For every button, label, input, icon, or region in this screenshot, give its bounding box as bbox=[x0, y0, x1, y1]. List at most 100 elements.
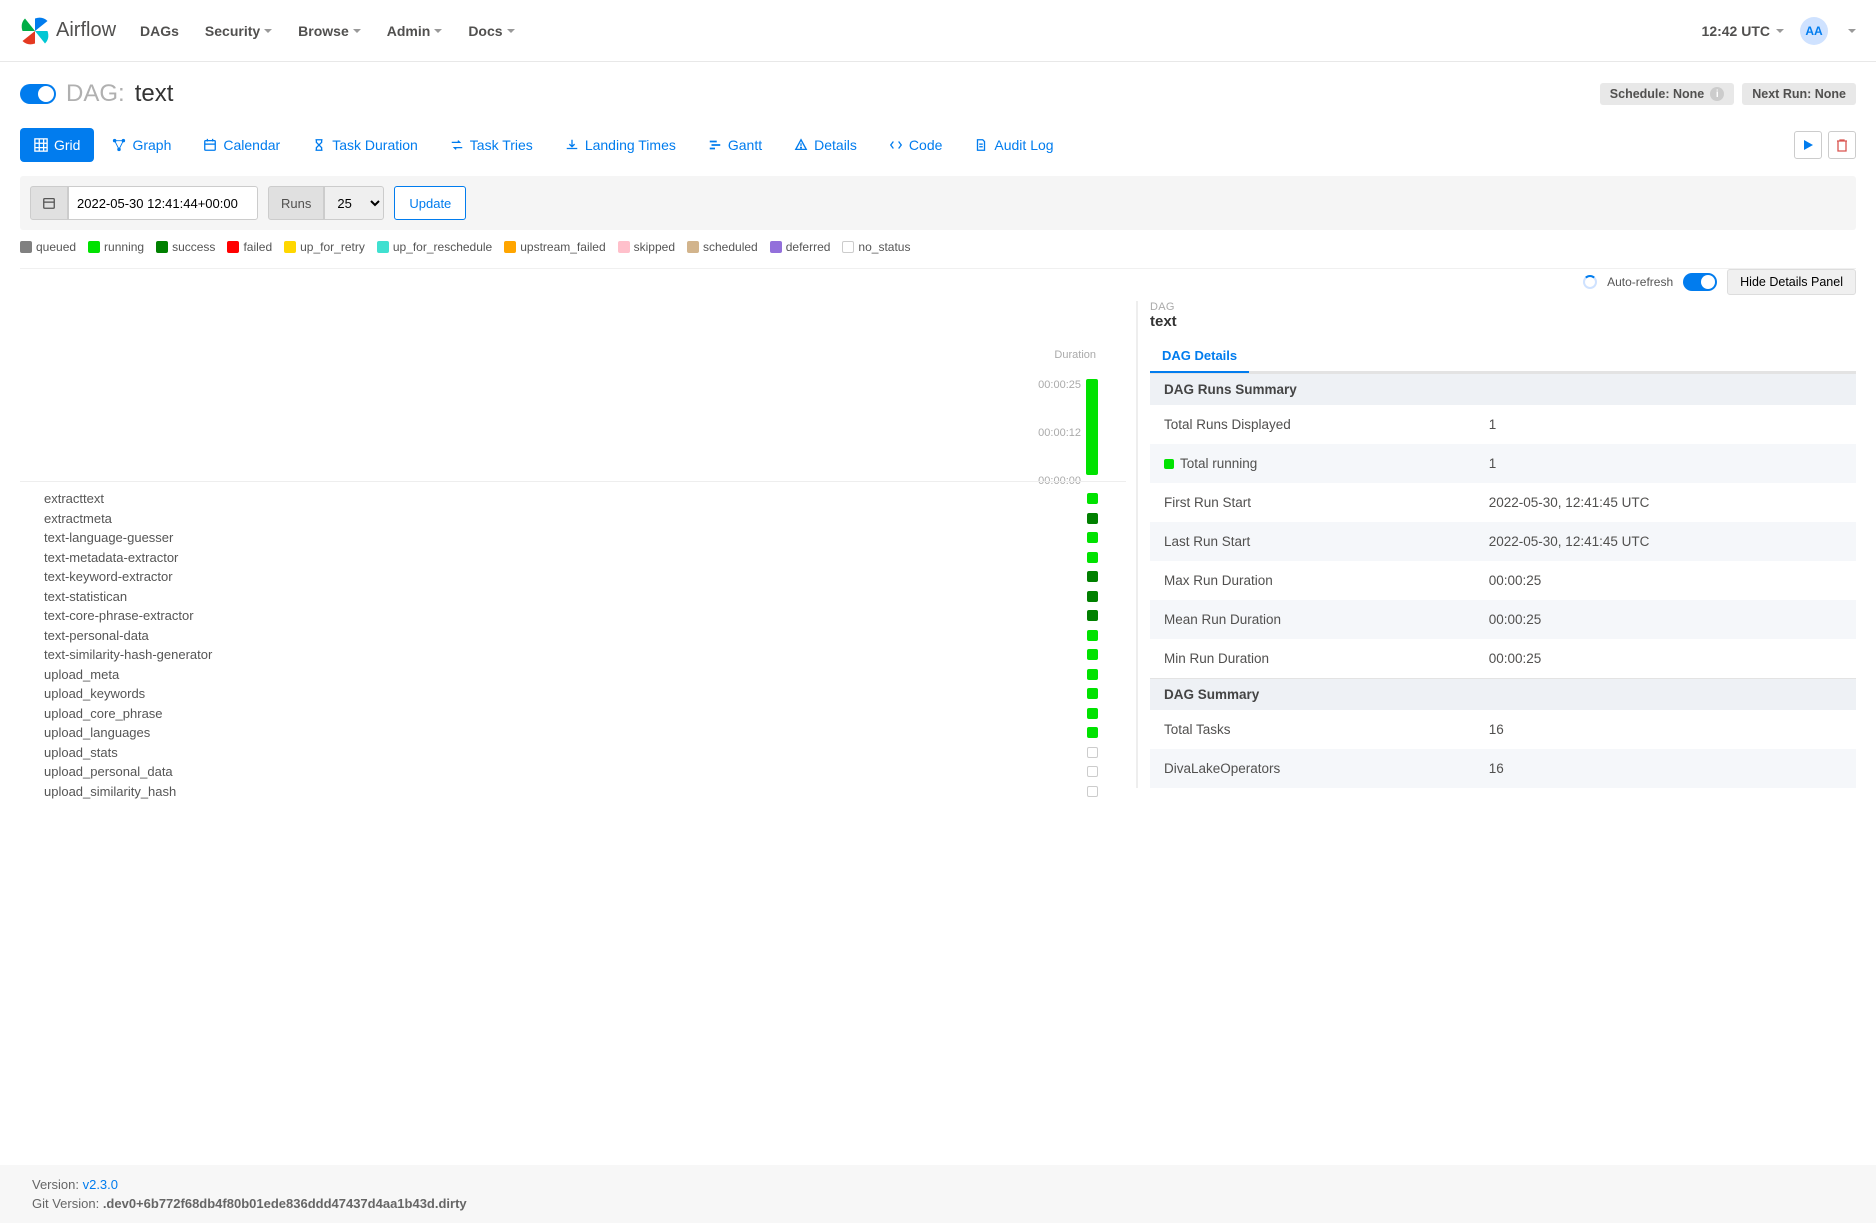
task-status-square[interactable] bbox=[1087, 610, 1098, 621]
calendar-icon bbox=[203, 138, 217, 152]
task-status-square[interactable] bbox=[1087, 669, 1098, 680]
runs-label: Runs bbox=[268, 186, 324, 220]
dag-label: DAG: bbox=[66, 80, 125, 108]
trigger-dag-button[interactable] bbox=[1794, 131, 1822, 159]
nav-security[interactable]: Security bbox=[205, 23, 272, 39]
base-date-input[interactable] bbox=[68, 186, 258, 220]
task-row[interactable]: text-personal-data bbox=[44, 626, 212, 646]
task-row[interactable]: upload_similarity_hash bbox=[44, 782, 212, 802]
table-row: Total running1 bbox=[1150, 444, 1856, 483]
nav-dags[interactable]: DAGs bbox=[140, 23, 179, 39]
table-row: Total Tasks16 bbox=[1150, 710, 1856, 749]
legend-success[interactable]: success bbox=[156, 240, 215, 254]
task-status-square[interactable] bbox=[1087, 532, 1098, 543]
dag-enable-toggle[interactable] bbox=[20, 84, 56, 104]
task-status-square[interactable] bbox=[1087, 493, 1098, 504]
task-status-square[interactable] bbox=[1087, 786, 1098, 797]
nav-browse[interactable]: Browse bbox=[298, 23, 361, 39]
nav-admin[interactable]: Admin bbox=[387, 23, 443, 39]
tab-code[interactable]: Code bbox=[875, 128, 956, 162]
info-icon[interactable]: i bbox=[1710, 87, 1724, 101]
tab-details[interactable]: Details bbox=[780, 128, 871, 162]
legend-up-for-retry[interactable]: up_for_retry bbox=[284, 240, 365, 254]
tab-gantt[interactable]: Gantt bbox=[694, 128, 776, 162]
task-status-square[interactable] bbox=[1087, 591, 1098, 602]
hide-details-button[interactable]: Hide Details Panel bbox=[1727, 269, 1856, 295]
task-row[interactable]: upload_languages bbox=[44, 723, 212, 743]
task-status-square[interactable] bbox=[1087, 727, 1098, 738]
task-row[interactable]: text-language-guesser bbox=[44, 528, 212, 548]
task-row[interactable]: extracttext bbox=[44, 489, 212, 509]
task-row[interactable]: text-core-phrase-extractor bbox=[44, 606, 212, 626]
delete-dag-button[interactable] bbox=[1828, 131, 1856, 159]
task-status-square[interactable] bbox=[1087, 571, 1098, 582]
chevron-down-icon[interactable] bbox=[1848, 29, 1856, 33]
autorefresh-toggle[interactable] bbox=[1683, 273, 1717, 291]
legend-failed[interactable]: failed bbox=[227, 240, 272, 254]
subtab-dag-details[interactable]: DAG Details bbox=[1150, 340, 1249, 373]
task-status-square[interactable] bbox=[1087, 766, 1098, 777]
filter-bar: Runs 25 Update bbox=[20, 176, 1856, 230]
tab-task-duration[interactable]: Task Duration bbox=[298, 128, 432, 162]
task-status-square[interactable] bbox=[1087, 513, 1098, 524]
schedule-badge: Schedule: Nonei bbox=[1600, 83, 1734, 105]
task-row[interactable]: upload_personal_data bbox=[44, 762, 212, 782]
dag-details-table: DAG Runs Summary Total Runs Displayed1To… bbox=[1150, 373, 1856, 788]
nav-items: DAGs Security Browse Admin Docs bbox=[140, 23, 515, 39]
chevron-down-icon bbox=[264, 29, 272, 33]
task-row[interactable]: extractmeta bbox=[44, 509, 212, 529]
calendar-button[interactable] bbox=[30, 186, 68, 220]
update-button[interactable]: Update bbox=[394, 186, 466, 220]
clock[interactable]: 12:42 UTC bbox=[1702, 23, 1784, 39]
legend-queued[interactable]: queued bbox=[20, 240, 76, 254]
legend-no-status[interactable]: no_status bbox=[842, 240, 910, 254]
grid-icon bbox=[34, 138, 48, 152]
graph-icon bbox=[112, 138, 126, 152]
table-row: DivaLakeOperators16 bbox=[1150, 749, 1856, 788]
task-status-square[interactable] bbox=[1087, 649, 1098, 660]
legend-upstream-failed[interactable]: upstream_failed bbox=[504, 240, 605, 254]
task-row[interactable]: text-metadata-extractor bbox=[44, 548, 212, 568]
task-row[interactable]: upload_stats bbox=[44, 743, 212, 763]
tab-audit-log[interactable]: Audit Log bbox=[960, 128, 1067, 162]
task-status-square[interactable] bbox=[1087, 688, 1098, 699]
footer: Version: v2.3.0 Git Version: .dev0+6b772… bbox=[0, 1165, 1876, 1223]
tab-graph[interactable]: Graph bbox=[98, 128, 185, 162]
dagrun-bar[interactable] bbox=[1086, 379, 1098, 475]
legend-up-for-reschedule[interactable]: up_for_reschedule bbox=[377, 240, 492, 254]
legend-skipped[interactable]: skipped bbox=[618, 240, 675, 254]
task-row[interactable]: text-keyword-extractor bbox=[44, 567, 212, 587]
task-row[interactable]: upload_meta bbox=[44, 665, 212, 685]
tab-calendar[interactable]: Calendar bbox=[189, 128, 294, 162]
gantt-icon bbox=[708, 138, 722, 152]
task-row[interactable]: upload_core_phrase bbox=[44, 704, 212, 724]
nav-docs[interactable]: Docs bbox=[468, 23, 514, 39]
task-name-list: extracttextextractmetatext-language-gues… bbox=[44, 489, 212, 801]
logo[interactable]: Airflow bbox=[20, 16, 116, 46]
panel-title: text bbox=[1150, 313, 1856, 330]
task-row[interactable]: text-similarity-hash-generator bbox=[44, 645, 212, 665]
task-row[interactable]: text-statistican bbox=[44, 587, 212, 607]
version-label: Version: bbox=[32, 1177, 83, 1192]
dag-tabs-row: Grid Graph Calendar Task Duration Task T… bbox=[20, 128, 1856, 162]
tab-landing-times[interactable]: Landing Times bbox=[551, 128, 690, 162]
legend-deferred[interactable]: deferred bbox=[770, 240, 831, 254]
status-dot-icon bbox=[1164, 459, 1174, 469]
version-link[interactable]: v2.3.0 bbox=[83, 1177, 118, 1192]
legend-scheduled[interactable]: scheduled bbox=[687, 240, 758, 254]
task-status-square[interactable] bbox=[1087, 552, 1098, 563]
tab-grid[interactable]: Grid bbox=[20, 128, 94, 162]
task-status-square[interactable] bbox=[1087, 747, 1098, 758]
tab-task-tries[interactable]: Task Tries bbox=[436, 128, 547, 162]
hourglass-icon bbox=[312, 138, 326, 152]
task-status-square[interactable] bbox=[1087, 630, 1098, 641]
dag-tabs: Grid Graph Calendar Task Duration Task T… bbox=[20, 128, 1068, 162]
landing-icon bbox=[565, 138, 579, 152]
task-status-square[interactable] bbox=[1087, 708, 1098, 719]
table-row: Total Runs Displayed1 bbox=[1150, 405, 1856, 444]
task-row[interactable]: upload_keywords bbox=[44, 684, 212, 704]
avatar[interactable]: AA bbox=[1800, 17, 1828, 45]
runs-select[interactable]: 25 bbox=[324, 186, 384, 220]
legend-running[interactable]: running bbox=[88, 240, 144, 254]
chevron-down-icon bbox=[353, 29, 361, 33]
